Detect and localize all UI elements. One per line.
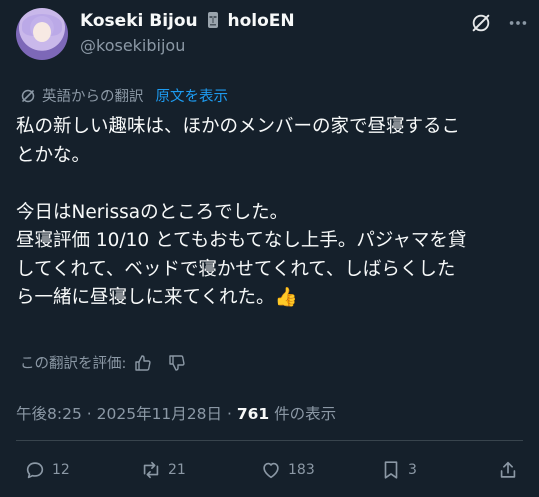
- avatar[interactable]: [16, 8, 68, 60]
- rate-translation-label: この翻訳を評価:: [20, 356, 127, 372]
- repost-count: 21: [168, 462, 186, 478]
- reply-button[interactable]: 12: [24, 459, 70, 481]
- thumbs-down-icon[interactable]: [168, 354, 186, 372]
- translated-from-label: 英語からの翻訳: [42, 89, 144, 105]
- view-count: 761: [236, 405, 270, 423]
- post-text: 私の新しい趣味は、ほかのメンバーの家で昼寝するこ とかな。 今日はNerissa…: [16, 113, 531, 313]
- moai-emoji-icon: [207, 12, 218, 28]
- meta-separator: ·: [86, 405, 92, 423]
- post-date[interactable]: 2025年11月28日: [97, 405, 222, 423]
- post-line: してくれて、ベッドで寝かせてくれて、しばらくした: [16, 258, 456, 280]
- name-suffix: holoEN: [227, 11, 295, 31]
- post-line: 私の新しい趣味は、ほかのメンバーの家で昼寝するこ: [16, 116, 461, 137]
- like-button[interactable]: 183: [260, 459, 315, 481]
- display-name: Koseki Bijou: [80, 11, 198, 31]
- reply-icon: [26, 462, 44, 479]
- like-count: 183: [288, 462, 315, 478]
- thumbs-up-icon[interactable]: [134, 354, 152, 372]
- divider: [16, 440, 523, 441]
- post-time[interactable]: 午後8:25: [16, 405, 82, 423]
- reply-count: 12: [52, 462, 70, 478]
- show-original-link[interactable]: 原文を表示: [156, 85, 229, 106]
- grok-icon[interactable]: [470, 12, 492, 34]
- share-icon: [500, 461, 516, 478]
- author-name[interactable]: Koseki Bijou holoEN: [80, 11, 295, 31]
- share-button[interactable]: [497, 459, 519, 481]
- bookmark-button[interactable]: 3: [380, 459, 417, 481]
- translate-icon: [21, 89, 35, 102]
- bookmark-count: 3: [408, 462, 417, 478]
- translation-row: 英語からの翻訳 原文を表示: [20, 85, 228, 106]
- heart-icon: [263, 462, 279, 479]
- author-handle[interactable]: @kosekibijou: [80, 36, 185, 55]
- post-line: [16, 170, 531, 199]
- bookmark-icon: [384, 461, 398, 479]
- more-options-icon[interactable]: [507, 12, 529, 34]
- post-line: 昼寝評価 10/10 とてもおもてなし上手。パジャマを貸: [16, 230, 467, 251]
- repost-icon: [143, 461, 159, 479]
- rate-translation-row: この翻訳を評価:: [20, 352, 186, 373]
- post-meta: 午後8:25 · 2025年11月28日 · 761 件の表示: [16, 402, 336, 424]
- post-line: とかな。: [16, 144, 91, 166]
- post-line: ら一緒に昼寝しに来てくれた。👍: [16, 287, 298, 308]
- meta-separator: ·: [226, 405, 232, 423]
- repost-button[interactable]: 21: [140, 459, 186, 481]
- view-count-label: 件の表示: [274, 405, 337, 423]
- post-line: 今日はNerissaのところでした。: [16, 201, 289, 223]
